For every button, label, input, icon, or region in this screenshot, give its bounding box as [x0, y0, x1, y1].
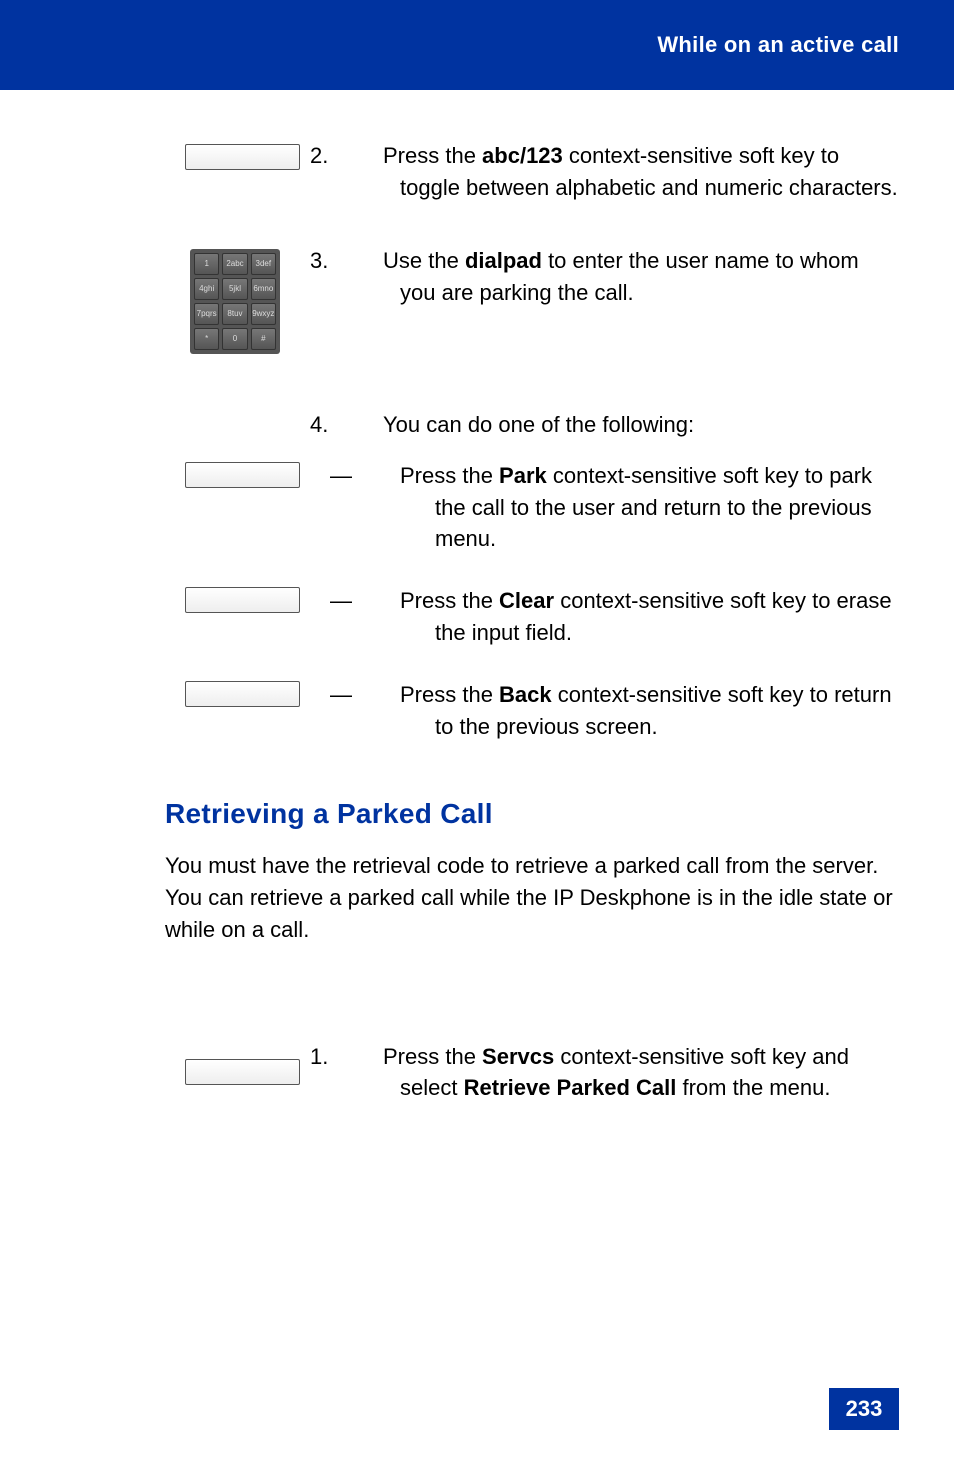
step-3-text-before: Use the: [383, 248, 465, 273]
lower-step-1-text: 1.Press the Servcs context-sensitive sof…: [355, 1041, 899, 1111]
step-4-park-text: —Press the Park context-sensitive soft k…: [355, 460, 899, 556]
lower-step-1-keylabel: Servcs: [482, 1044, 554, 1069]
step-2-text: 2.Press the abc/123 context-sensitive so…: [355, 140, 899, 210]
step-4-sublist: Park —Press the Park context-sensitive s…: [165, 460, 899, 743]
step-4-item-clear: Clear —Press the Clear context-sensitive…: [165, 585, 899, 649]
dialpad-key: 7pqrs: [194, 303, 219, 325]
step-2: abc 2.Press the abc/123 context-sensitiv…: [165, 140, 899, 210]
step-4-intro-line: You can do one of the following:: [383, 412, 694, 437]
page-number: 233: [829, 1388, 899, 1430]
step-4-item-back: Back —Press the Back context-sensitive s…: [165, 679, 899, 743]
softkey-label: Clear: [228, 593, 257, 607]
lower-step-1-number: 1.: [355, 1041, 383, 1073]
softkey-abc-button[interactable]: abc: [185, 144, 300, 170]
header-title: While on an active call: [657, 32, 899, 58]
dialpad-key: #: [251, 328, 276, 350]
step-3-keylabel: dialpad: [465, 248, 542, 273]
dialpad-key: 9wxyz: [251, 303, 276, 325]
lower-step-1-text-before: Press the: [383, 1044, 482, 1069]
softkey-label: Back: [229, 687, 256, 701]
softkey-servcs-button[interactable]: Servcs: [185, 1059, 300, 1085]
step-2-keylabel: abc/123: [482, 143, 563, 168]
dialpad-key: 0: [222, 328, 247, 350]
sub-keylabel: Clear: [499, 588, 554, 613]
softkey-park-button[interactable]: Park: [185, 462, 300, 488]
dialpad-key: 6mno: [251, 278, 276, 300]
softkey-back-button[interactable]: Back: [185, 681, 300, 707]
step-3-text: 3.Use the dialpad to enter the user name…: [355, 245, 899, 315]
dialpad-key: 3def: [251, 253, 276, 275]
sub-text-before: Press the: [400, 682, 499, 707]
step-3-number: 3.: [355, 245, 383, 277]
left-stripe: [0, 0, 215, 90]
lower-step-1-menulabel: Retrieve Parked Call: [464, 1075, 677, 1100]
step-4-intro: 4.You can do one of the following:: [165, 409, 899, 447]
dialpad-key: 1: [194, 253, 219, 275]
step-4-number: 4.: [355, 409, 383, 441]
lower-step-1-text-after: from the menu.: [676, 1075, 830, 1100]
section-heading-retrieving: Retrieving a Parked Call: [165, 798, 899, 830]
dialpad-key: 4ghi: [194, 278, 219, 300]
dash-marker: —: [365, 585, 400, 617]
dialpad-key: 5jkl: [222, 278, 247, 300]
step-3: 1 2abc 3def 4ghi 5jkl 6mno 7pqrs 8tuv 9w…: [165, 245, 899, 354]
step-4-item-park: Park —Press the Park context-sensitive s…: [165, 460, 899, 556]
page-content: abc 2.Press the abc/123 context-sensitiv…: [165, 140, 899, 1145]
softkey-label: abc: [233, 150, 252, 164]
sub-text-before: Press the: [400, 588, 499, 613]
dialpad-key: *: [194, 328, 219, 350]
sub-keylabel: Park: [499, 463, 547, 488]
dialpad-key: 2abc: [222, 253, 247, 275]
softkey-label: Park: [230, 468, 255, 482]
step-4-clear-icon-col: Clear: [165, 585, 355, 613]
lower-step-block: Servcs 1.Press the Servcs context-sensit…: [165, 1041, 899, 1111]
dash-marker: —: [365, 679, 400, 711]
dialpad-key: 8tuv: [222, 303, 247, 325]
dash-marker: —: [365, 460, 400, 492]
lower-step-1: Servcs 1.Press the Servcs context-sensit…: [165, 1041, 899, 1111]
step-4-park-icon-col: Park: [165, 460, 355, 488]
dialpad-icon: 1 2abc 3def 4ghi 5jkl 6mno 7pqrs 8tuv 9w…: [190, 249, 280, 354]
sub-text-before: Press the: [400, 463, 499, 488]
step-4-clear-text: —Press the Clear context-sensitive soft …: [355, 585, 899, 649]
sub-keylabel: Back: [499, 682, 552, 707]
softkey-label: Servcs: [224, 1065, 261, 1079]
step-2-number: 2.: [355, 140, 383, 172]
step-2-text-before: Press the: [383, 143, 482, 168]
step-4-intro-text: 4.You can do one of the following:: [355, 409, 899, 447]
step-4-back-icon-col: Back: [165, 679, 355, 707]
softkey-clear-button[interactable]: Clear: [185, 587, 300, 613]
step-4-back-text: —Press the Back context-sensitive soft k…: [355, 679, 899, 743]
section-body: You must have the retrieval code to retr…: [165, 850, 899, 946]
header-bar: While on an active call: [215, 0, 954, 90]
